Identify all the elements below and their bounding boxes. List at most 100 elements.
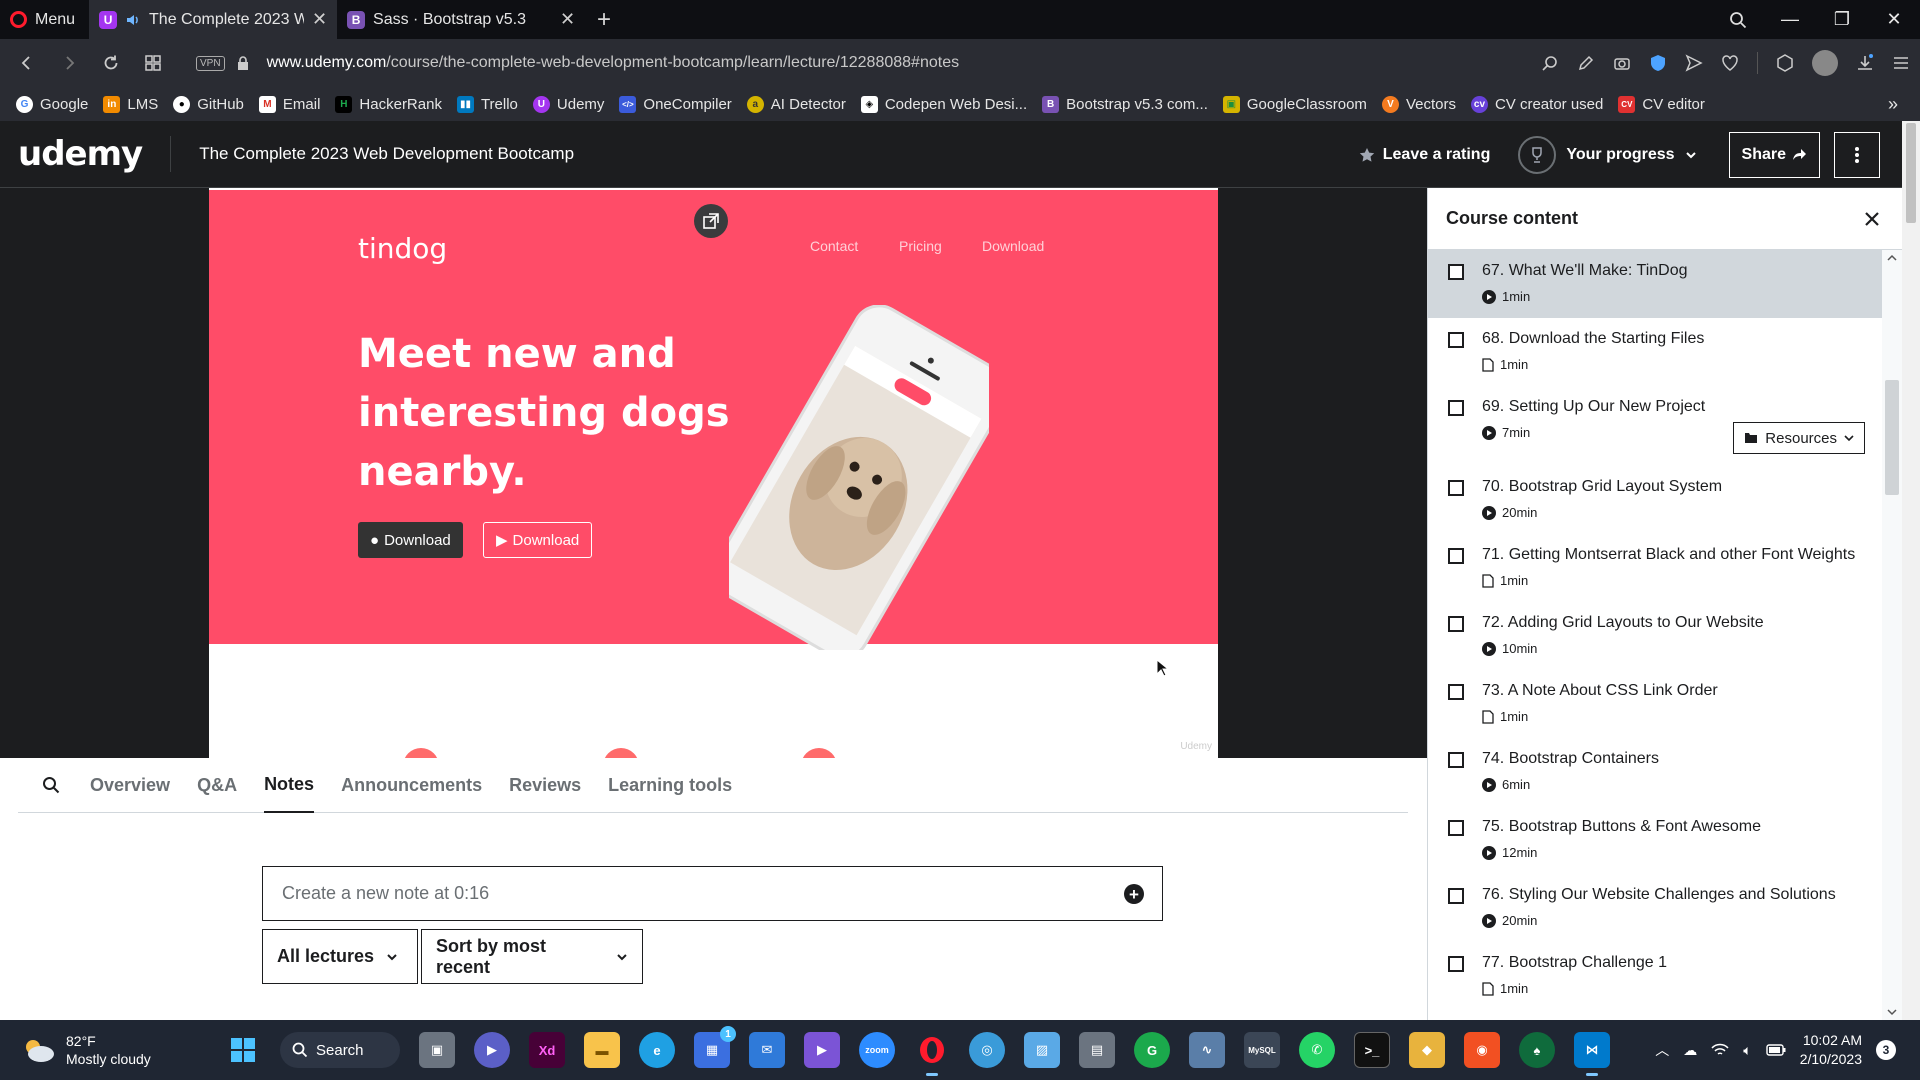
share-button[interactable]: Share bbox=[1728, 131, 1820, 178]
performance-monitor-icon[interactable]: ∿ bbox=[1189, 1032, 1225, 1068]
more-options-button[interactable] bbox=[1834, 131, 1880, 178]
wifi-icon[interactable] bbox=[1711, 1043, 1729, 1057]
onedrive-icon[interactable]: ☁ bbox=[1683, 1042, 1697, 1059]
notification-badge[interactable]: 3 bbox=[1876, 1040, 1896, 1060]
lecture-item[interactable]: 74. Bootstrap Containers 6min bbox=[1428, 738, 1883, 806]
add-note-icon[interactable]: + bbox=[1124, 884, 1144, 904]
bookmark-ai-detector[interactable]: a AI Detector bbox=[746, 95, 846, 113]
lecture-checkbox[interactable] bbox=[1448, 684, 1464, 700]
browser-tab-udemy[interactable]: U The Complete 2023 We ✕ bbox=[89, 0, 338, 39]
tab-grid-icon[interactable] bbox=[132, 55, 174, 71]
grammarly-icon[interactable]: G bbox=[1134, 1032, 1170, 1068]
bookmark-bootstrap[interactable]: B Bootstrap v5.3 com... bbox=[1042, 95, 1208, 113]
clipchamp-icon[interactable]: ▶ bbox=[804, 1032, 840, 1068]
photos-icon[interactable]: ▨ bbox=[1024, 1032, 1060, 1068]
maps-icon[interactable]: ◎ bbox=[969, 1032, 1005, 1068]
lecture-checkbox[interactable] bbox=[1448, 332, 1464, 348]
bookmark-vectors[interactable]: V Vectors bbox=[1381, 95, 1456, 113]
download-icon[interactable] bbox=[1856, 54, 1874, 72]
sort-dropdown[interactable]: Sort by most recent bbox=[421, 929, 643, 984]
bookmark-email[interactable]: M Email bbox=[258, 95, 320, 113]
bookmark-google[interactable]: G Google bbox=[16, 95, 88, 113]
bookmark-github[interactable]: ● GitHub bbox=[173, 95, 244, 113]
udemy-logo[interactable]: udemy bbox=[18, 134, 143, 174]
course-title[interactable]: The Complete 2023 Web Development Bootca… bbox=[199, 144, 574, 164]
camera-icon[interactable] bbox=[1613, 54, 1631, 72]
new-tab-icon[interactable]: + bbox=[585, 6, 623, 34]
lecture-checkbox[interactable] bbox=[1448, 480, 1464, 496]
back-icon[interactable] bbox=[6, 55, 48, 71]
page-search-icon[interactable] bbox=[1541, 54, 1559, 72]
browser-tab-bootstrap[interactable]: B Sass · Bootstrap v5.3 ✕ bbox=[337, 0, 585, 39]
task-view-icon[interactable]: ▣ bbox=[419, 1032, 455, 1068]
battery-icon[interactable] bbox=[1766, 1044, 1786, 1056]
tab-reviews[interactable]: Reviews bbox=[509, 758, 581, 813]
close-tab-icon[interactable]: ✕ bbox=[560, 9, 575, 30]
lecture-checkbox[interactable] bbox=[1448, 616, 1464, 632]
adobe-xd-icon[interactable]: Xd bbox=[529, 1032, 565, 1068]
volume-icon[interactable]: 🔈︎ bbox=[1743, 1042, 1751, 1059]
bookmark-trello[interactable]: ▮▮ Trello bbox=[456, 95, 518, 113]
bookmark-hackerrank[interactable]: H HackerRank bbox=[335, 95, 442, 113]
easy-setup-icon[interactable] bbox=[1892, 54, 1910, 72]
page-scroll-thumb[interactable] bbox=[1906, 123, 1916, 223]
tab-overview[interactable]: Overview bbox=[90, 758, 170, 813]
sidebar-scroll-thumb[interactable] bbox=[1885, 380, 1899, 495]
lecture-checkbox[interactable] bbox=[1448, 548, 1464, 564]
lecture-item[interactable]: 68. Download the Starting Files 1min bbox=[1428, 318, 1883, 386]
office-icon[interactable]: ◉ bbox=[1464, 1032, 1500, 1068]
page-scrollbar[interactable] bbox=[1902, 121, 1920, 1020]
box-icon[interactable] bbox=[1776, 54, 1794, 72]
reload-icon[interactable] bbox=[90, 54, 132, 72]
lecture-item[interactable]: 67. What We'll Make: TinDog 1min bbox=[1428, 250, 1883, 318]
lecture-checkbox[interactable] bbox=[1448, 888, 1464, 904]
profile-avatar-icon[interactable] bbox=[1812, 50, 1838, 76]
lecture-checkbox[interactable] bbox=[1448, 820, 1464, 836]
mongodb-compass-icon[interactable]: ♠ bbox=[1519, 1032, 1555, 1068]
mail-icon[interactable]: ✉ bbox=[749, 1032, 785, 1068]
zoom-icon[interactable]: zoom bbox=[859, 1032, 895, 1068]
microsoft-store-icon[interactable]: ▦ 1 bbox=[694, 1026, 736, 1068]
bookmark-udemy[interactable]: U Udemy bbox=[532, 95, 604, 113]
search-tabs-icon[interactable] bbox=[1712, 11, 1764, 29]
teams-chat-icon[interactable]: ▶ bbox=[474, 1032, 510, 1068]
mysql-icon[interactable]: MySQL bbox=[1244, 1032, 1280, 1068]
lecture-filter-dropdown[interactable]: All lectures bbox=[262, 929, 418, 984]
shield-icon[interactable] bbox=[1649, 54, 1667, 72]
new-note-input[interactable]: Create a new note at 0:16 + bbox=[262, 866, 1163, 921]
tab-announcements[interactable]: Announcements bbox=[341, 758, 482, 813]
taskbar-search[interactable]: Search bbox=[280, 1032, 400, 1068]
lock-icon[interactable] bbox=[237, 56, 249, 70]
minimize-icon[interactable]: — bbox=[1764, 9, 1816, 30]
bookmark-onecompiler[interactable]: </> OneCompiler bbox=[619, 95, 732, 113]
opera-menu-button[interactable]: Menu bbox=[0, 0, 89, 39]
lecture-checkbox[interactable] bbox=[1448, 400, 1464, 416]
search-icon[interactable] bbox=[42, 776, 60, 794]
lecture-item[interactable]: 73. A Note About CSS Link Order 1min bbox=[1428, 670, 1883, 738]
sidebar-scrollbar[interactable] bbox=[1882, 250, 1902, 1020]
tab-qa[interactable]: Q&A bbox=[197, 758, 237, 813]
terminal-icon[interactable]: >_ bbox=[1354, 1032, 1390, 1068]
lecture-item[interactable]: 76. Styling Our Website Challenges and S… bbox=[1428, 874, 1883, 942]
bookmark-codepen[interactable]: ◈ Codepen Web Desi... bbox=[860, 95, 1027, 113]
opera-icon[interactable] bbox=[914, 1032, 950, 1076]
lecture-checkbox[interactable] bbox=[1448, 752, 1464, 768]
lecture-item[interactable]: 75. Bootstrap Buttons & Font Awesome 12mi… bbox=[1428, 806, 1883, 874]
calculator-icon[interactable]: ▤ bbox=[1079, 1032, 1115, 1068]
close-window-icon[interactable]: ✕ bbox=[1868, 9, 1920, 30]
picture-in-picture-icon[interactable] bbox=[694, 204, 728, 238]
forward-icon[interactable] bbox=[48, 55, 90, 71]
clock[interactable]: 10:02 AM 2/10/2023 bbox=[1800, 1031, 1862, 1069]
restore-icon[interactable]: ❐ bbox=[1816, 9, 1868, 30]
close-icon[interactable] bbox=[1864, 211, 1880, 227]
bookmark-cv-editor[interactable]: CV CV editor bbox=[1618, 95, 1705, 113]
whatsapp-icon[interactable]: ✆ bbox=[1299, 1032, 1335, 1068]
lecture-item[interactable]: 77. Bootstrap Challenge 1 1min bbox=[1428, 942, 1883, 1010]
chevron-double-right-icon[interactable]: » bbox=[1888, 94, 1898, 115]
video-player[interactable]: tindog Contact Pricing Download Meet new… bbox=[0, 188, 1427, 758]
file-explorer-icon[interactable]: ▬ bbox=[584, 1032, 620, 1068]
your-progress-button[interactable]: Your progress bbox=[1518, 135, 1696, 174]
tab-notes[interactable]: Notes bbox=[264, 758, 315, 813]
lecture-item[interactable]: 71. Getting Montserrat Black and other F… bbox=[1428, 534, 1883, 602]
vscode-icon[interactable]: ⋈ bbox=[1574, 1032, 1610, 1076]
